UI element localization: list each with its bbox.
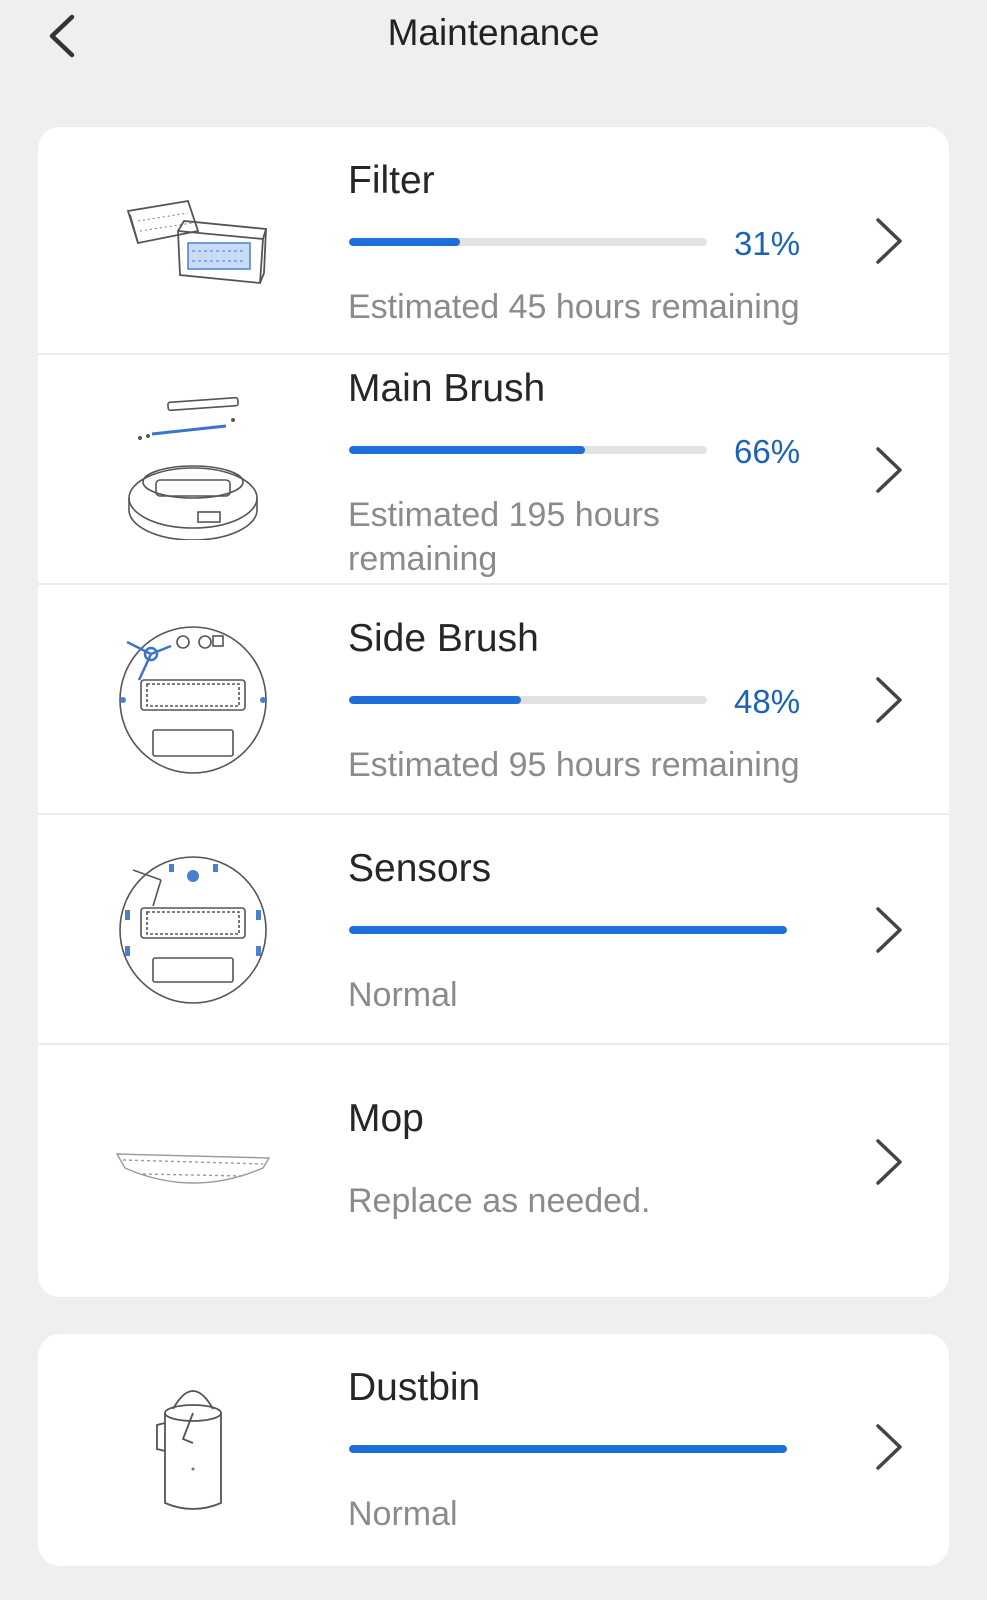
dustbin-icon xyxy=(108,1364,278,1534)
maintenance-card: Filter 31% Estimated 45 hours remaining xyxy=(38,127,949,1297)
progress-bar xyxy=(349,696,707,704)
chevron-right-icon xyxy=(876,218,902,264)
status-text: Estimated 195 hours remaining xyxy=(348,496,660,578)
mop-icon xyxy=(108,1085,278,1255)
maintenance-item-dustbin[interactable]: Dustbin Normal xyxy=(38,1334,949,1566)
status-text: Replace as needed. xyxy=(348,1182,651,1220)
progress-bar xyxy=(349,446,707,454)
chevron-right-icon xyxy=(876,907,902,953)
maintenance-item-side-brush[interactable]: Side Brush 48% Estimated 95 hours remain… xyxy=(38,585,949,815)
status-text: Estimated 45 hours remaining xyxy=(348,288,800,326)
progress-fill xyxy=(349,446,586,454)
dustbin-card: Dustbin Normal xyxy=(38,1334,949,1566)
status-text: Normal xyxy=(348,1495,458,1533)
item-title: Mop xyxy=(348,1097,424,1140)
maintenance-item-main-brush[interactable]: Main Brush 66% Estimated 195 hours remai… xyxy=(38,355,949,585)
maintenance-item-sensors[interactable]: Sensors Normal xyxy=(38,815,949,1045)
item-title: Main Brush xyxy=(348,367,546,410)
progress-bar xyxy=(349,238,707,246)
progress-bar xyxy=(349,926,787,934)
page-title: Maintenance xyxy=(387,12,600,53)
percent-label: 31% xyxy=(734,225,801,262)
item-title: Filter xyxy=(348,159,435,202)
progress-fill xyxy=(349,926,787,934)
status-text: Estimated 95 hours remaining xyxy=(348,746,800,784)
chevron-right-icon xyxy=(876,1139,902,1185)
progress-fill xyxy=(349,696,521,704)
progress-fill xyxy=(349,238,460,246)
chevron-right-icon xyxy=(876,447,902,493)
chevron-right-icon xyxy=(876,677,902,723)
status-text: Normal xyxy=(348,976,458,1014)
header: Maintenance xyxy=(0,0,987,80)
sensors-icon xyxy=(108,845,278,1015)
item-title: Side Brush xyxy=(348,617,539,660)
percent-label: 66% xyxy=(734,433,801,470)
side-brush-icon xyxy=(108,615,278,785)
main-brush-icon xyxy=(108,380,278,550)
filter-icon xyxy=(108,156,278,326)
maintenance-item-mop[interactable]: Mop Replace as needed. xyxy=(38,1045,949,1297)
item-title: Sensors xyxy=(348,847,492,890)
percent-label: 48% xyxy=(734,683,801,720)
progress-bar xyxy=(349,1445,787,1453)
item-title: Dustbin xyxy=(348,1366,481,1409)
maintenance-item-filter[interactable]: Filter 31% Estimated 45 hours remaining xyxy=(38,127,949,355)
progress-fill xyxy=(349,1445,787,1453)
chevron-right-icon xyxy=(876,1424,902,1470)
